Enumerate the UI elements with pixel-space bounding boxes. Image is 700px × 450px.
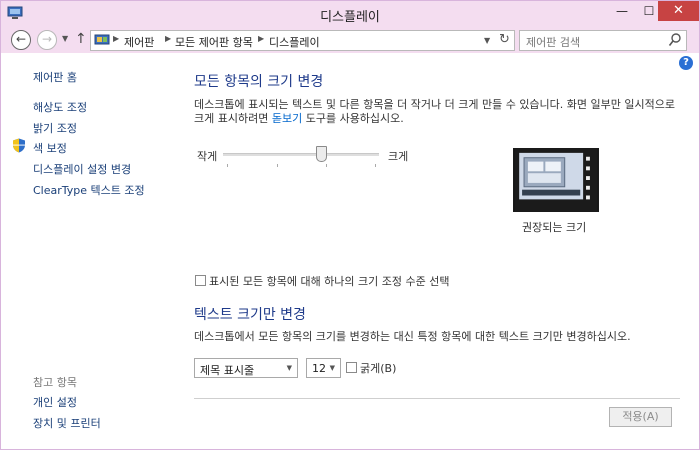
address-history-chevron-down-icon[interactable]: ▼ bbox=[484, 36, 490, 45]
custom-scale-checkbox[interactable] bbox=[195, 275, 206, 286]
bold-label[interactable]: 굵게(B) bbox=[360, 360, 396, 376]
magnifier-link[interactable]: 돋보기 bbox=[272, 112, 302, 125]
window-title: 디스플레이 bbox=[320, 10, 380, 25]
sidebar-link-display-settings[interactable]: 디스플레이 설정 변경 bbox=[33, 161, 131, 177]
sidebar-link-devices-printers[interactable]: 장치 및 프린터 bbox=[33, 415, 101, 431]
slider-tick bbox=[227, 164, 228, 167]
text-size-description: 데스크톱에서 모든 항목의 크기를 변경하는 대신 특정 항목에 대한 텍스트 … bbox=[194, 330, 631, 343]
breadcrumb-separator-icon[interactable]: ▶ bbox=[258, 34, 264, 43]
sidebar-link-personalization[interactable]: 개인 설정 bbox=[33, 394, 77, 410]
sidebar-link-resolution[interactable]: 해상도 조정 bbox=[33, 99, 87, 115]
slider-tick bbox=[375, 164, 376, 167]
breadcrumb-separator-icon[interactable]: ▶ bbox=[165, 34, 171, 43]
slider-tick bbox=[277, 164, 278, 167]
section-description-line2: 크게 표시하려면 돋보기 도구를 사용하십시오. bbox=[194, 110, 404, 126]
search-placeholder: 제어판 검색 bbox=[526, 36, 581, 49]
breadcrumb-item-display[interactable]: 디스플레이 bbox=[269, 34, 320, 50]
navigation-bar: ← → ▼ ↑ ▶ 제어판 ▶ 모든 제어판 항목 ▶ 디스플레이 ▼ ↻ 제어… bbox=[1, 27, 699, 53]
back-button[interactable]: ← bbox=[11, 30, 31, 50]
sidebar-link-cleartype[interactable]: ClearType 텍스트 조정 bbox=[33, 182, 145, 198]
breadcrumb-item-control-panel[interactable]: 제어판 bbox=[124, 34, 154, 50]
font-size-select[interactable]: 12 ▼ bbox=[306, 358, 341, 378]
close-button[interactable]: ✕ bbox=[658, 1, 699, 21]
description-text: 크게 표시하려면 bbox=[194, 112, 272, 125]
bold-checkbox[interactable] bbox=[346, 362, 357, 373]
minimize-button[interactable]: — bbox=[608, 1, 636, 21]
slider-tick bbox=[326, 164, 327, 167]
section-divider bbox=[194, 398, 680, 399]
display-window: 디스플레이 — ☐ ✕ ← → ▼ ↑ ▶ 제어판 ▶ 모든 제어판 항목 ▶ … bbox=[0, 0, 700, 450]
see-also-heading: 참고 항목 bbox=[33, 376, 77, 389]
item-type-value: 제목 표시줄 bbox=[200, 364, 255, 377]
search-icon[interactable] bbox=[668, 32, 682, 48]
font-size-value: 12 bbox=[312, 362, 326, 375]
up-button[interactable]: ↑ bbox=[75, 31, 87, 47]
help-icon[interactable]: ? bbox=[679, 56, 693, 70]
control-panel-icon bbox=[94, 34, 110, 45]
search-input[interactable]: 제어판 검색 bbox=[519, 30, 687, 51]
section-heading-change-size: 모든 항목의 크기 변경 bbox=[194, 74, 324, 90]
address-bar[interactable]: ▶ 제어판 ▶ 모든 제어판 항목 ▶ 디스플레이 ▼ ↻ bbox=[90, 30, 515, 51]
breadcrumb-separator-icon[interactable]: ▶ bbox=[113, 34, 119, 43]
chevron-down-icon: ▼ bbox=[286, 364, 292, 372]
sidebar-link-brightness[interactable]: 밝기 조정 bbox=[33, 120, 77, 136]
recommended-size-caption: 권장되는 크기 bbox=[522, 221, 587, 234]
sidebar-link-control-panel-home[interactable]: 제어판 홈 bbox=[33, 69, 77, 85]
recent-locations-chevron-down-icon[interactable]: ▼ bbox=[62, 34, 68, 43]
slider-max-label: 크게 bbox=[388, 150, 409, 163]
description-text: 도구를 사용하십시오. bbox=[302, 112, 404, 125]
breadcrumb-item-all-items[interactable]: 모든 제어판 항목 bbox=[175, 34, 253, 50]
display-size-preview bbox=[513, 148, 599, 212]
item-type-select[interactable]: 제목 표시줄 ▼ bbox=[194, 358, 298, 378]
sidebar-link-color-calibration[interactable]: 색 보정 bbox=[33, 140, 67, 156]
custom-scale-label[interactable]: 표시된 모든 항목에 대해 하나의 크기 조정 수준 선택 bbox=[209, 273, 450, 289]
refresh-icon[interactable]: ↻ bbox=[499, 32, 510, 47]
forward-button[interactable]: → bbox=[37, 30, 57, 50]
chevron-down-icon: ▼ bbox=[329, 364, 335, 372]
title-bar: 디스플레이 — ☐ ✕ bbox=[1, 1, 699, 27]
slider-min-label: 작게 bbox=[197, 150, 218, 163]
size-slider-thumb[interactable] bbox=[316, 146, 327, 162]
apply-button[interactable]: 적용(A) bbox=[609, 407, 672, 427]
section-heading-text-size: 텍스트 크기만 변경 bbox=[194, 307, 306, 323]
size-slider-track[interactable] bbox=[223, 153, 379, 156]
uac-shield-icon bbox=[13, 138, 25, 153]
